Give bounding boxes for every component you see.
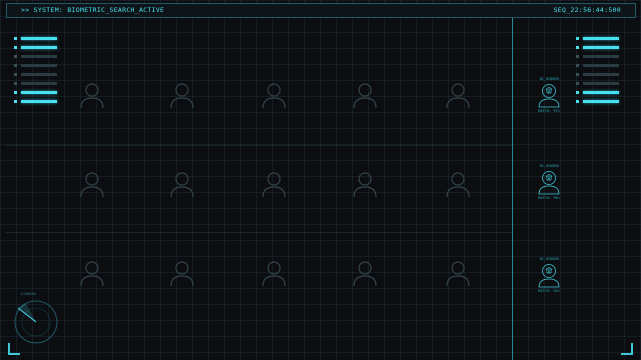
filter-menu-item[interactable]: [14, 88, 57, 97]
menu-bar: [21, 91, 57, 94]
user-silhouette-icon[interactable]: [169, 170, 195, 198]
filter-menu-item[interactable]: [576, 70, 619, 79]
menu-bar: [21, 55, 57, 58]
match-score: MATCH: 97%: [538, 109, 560, 113]
radar-label: SCANNING: [20, 292, 37, 296]
filter-menu-item[interactable]: [576, 88, 619, 97]
user-silhouette-icon[interactable]: [261, 81, 287, 109]
menu-bar: [21, 37, 57, 40]
frame-corner-bottom-right: [621, 343, 633, 355]
menu-bullet-icon: [14, 100, 17, 103]
user-silhouette-icon[interactable]: [445, 81, 471, 109]
radar-sweep-icon: [14, 300, 58, 344]
menu-bar: [583, 91, 619, 94]
user-silhouette-icon[interactable]: [352, 81, 378, 109]
filter-menu-item[interactable]: [576, 61, 619, 70]
menu-bullet-icon: [14, 73, 17, 76]
filter-menu-item[interactable]: [576, 52, 619, 61]
menu-bar: [583, 82, 619, 85]
user-silhouette-icon[interactable]: [352, 170, 378, 198]
filter-menu-item[interactable]: [14, 43, 57, 52]
menu-bar: [21, 64, 57, 67]
face-mesh-icon: [538, 264, 560, 288]
system-header: >> SYSTEM: BIOMETRIC_SEARCH_ACTIVE SEQ_2…: [6, 3, 636, 18]
filter-menu-item[interactable]: [14, 34, 57, 43]
menu-bullet-icon: [14, 37, 17, 40]
user-silhouette-icon[interactable]: [445, 259, 471, 287]
user-silhouette-icon[interactable]: [79, 81, 105, 109]
menu-bullet-icon: [576, 55, 579, 58]
menu-bar: [21, 46, 57, 49]
user-silhouette-icon[interactable]: [169, 81, 195, 109]
right-filter-menu: [576, 34, 619, 106]
menu-bar: [21, 100, 57, 103]
menu-bullet-icon: [576, 64, 579, 67]
menu-bar: [583, 100, 619, 103]
menu-bar: [583, 37, 619, 40]
face-mesh-icon: [538, 84, 560, 108]
menu-bullet-icon: [14, 46, 17, 49]
menu-bullet-icon: [576, 91, 579, 94]
system-status-text: >> SYSTEM: BIOMETRIC_SEARCH_ACTIVE: [21, 6, 165, 14]
menu-bullet-icon: [14, 91, 17, 94]
left-filter-menu: [14, 34, 57, 106]
menu-bar: [583, 73, 619, 76]
menu-bullet-icon: [576, 73, 579, 76]
filter-menu-item[interactable]: [14, 70, 57, 79]
filter-menu-item[interactable]: [576, 79, 619, 88]
result-id: ID_HIDDEN: [539, 77, 559, 81]
menu-bullet-icon: [576, 82, 579, 85]
menu-bar: [583, 55, 619, 58]
user-silhouette-icon[interactable]: [261, 259, 287, 287]
result-card[interactable]: ID_HIDDEN MATCH: 97%: [529, 77, 569, 113]
menu-bar: [583, 64, 619, 67]
menu-bullet-icon: [576, 100, 579, 103]
menu-bar: [21, 73, 57, 76]
filter-menu-item[interactable]: [14, 79, 57, 88]
user-silhouette-icon[interactable]: [79, 259, 105, 287]
frame-corner-bottom-left: [8, 343, 20, 355]
menu-bullet-icon: [576, 46, 579, 49]
filter-menu-item[interactable]: [14, 52, 57, 61]
result-id: ID_HIDDEN: [539, 164, 559, 168]
filter-menu-item[interactable]: [14, 61, 57, 70]
menu-bullet-icon: [14, 82, 17, 85]
user-silhouette-icon[interactable]: [79, 170, 105, 198]
results-panel-divider: [512, 18, 513, 360]
user-silhouette-icon[interactable]: [352, 259, 378, 287]
sequence-timestamp: SEQ_22:56:44:500: [553, 6, 621, 14]
filter-menu-item[interactable]: [14, 97, 57, 106]
row-separator: [6, 145, 512, 146]
filter-menu-item[interactable]: [576, 34, 619, 43]
row-separator: [6, 232, 512, 233]
user-silhouette-icon[interactable]: [445, 170, 471, 198]
face-mesh-icon: [538, 171, 560, 195]
menu-bullet-icon: [14, 64, 17, 67]
result-id: ID_HIDDEN: [539, 257, 559, 261]
filter-menu-item[interactable]: [576, 43, 619, 52]
match-score: MATCH: 96%: [538, 196, 560, 200]
match-score: MATCH: 94%: [538, 289, 560, 293]
result-card[interactable]: ID_HIDDEN MATCH: 96%: [529, 164, 569, 200]
user-silhouette-icon[interactable]: [261, 170, 287, 198]
user-silhouette-icon[interactable]: [169, 259, 195, 287]
menu-bar: [583, 46, 619, 49]
menu-bullet-icon: [576, 37, 579, 40]
menu-bar: [21, 82, 57, 85]
menu-bullet-icon: [14, 55, 17, 58]
filter-menu-item[interactable]: [576, 97, 619, 106]
result-card[interactable]: ID_HIDDEN MATCH: 94%: [529, 257, 569, 293]
